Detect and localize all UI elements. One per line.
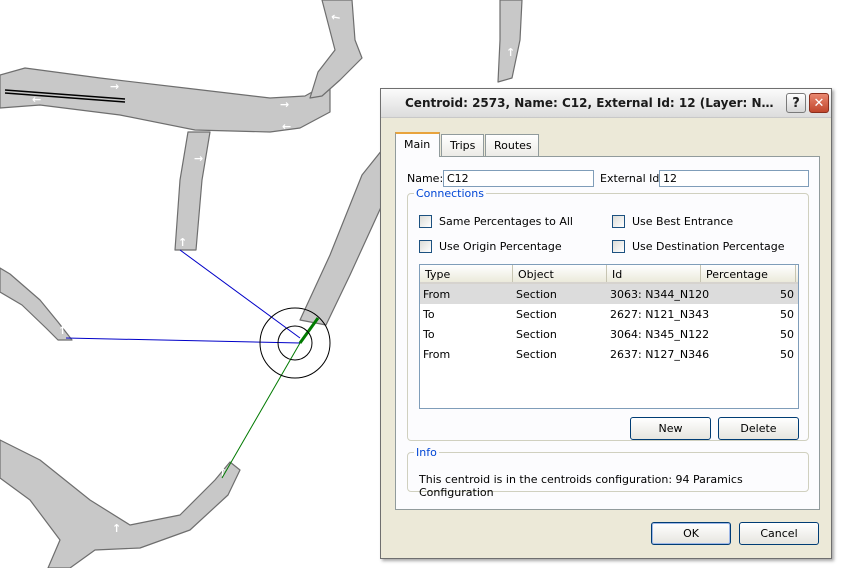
svg-text:→: →	[280, 98, 289, 111]
column-header-id[interactable]: Id	[607, 265, 701, 282]
close-button[interactable]: ✕	[809, 93, 829, 113]
svg-text:↑: ↑	[506, 46, 515, 59]
road-section[interactable]	[0, 439, 241, 568]
connections-list[interactable]: Type Object Id Percentage From Section 3…	[419, 264, 799, 409]
table-row[interactable]: From Section 3063: N344_N120 50	[420, 284, 798, 304]
new-button[interactable]: New	[630, 417, 711, 440]
road-section[interactable]	[497, 0, 523, 83]
tab-trips[interactable]: Trips	[441, 134, 484, 156]
checkbox-label: Use Origin Percentage	[439, 240, 562, 253]
dialog-title: Centroid: 2573, Name: C12, External Id: …	[405, 96, 781, 110]
svg-text:→: →	[110, 80, 119, 93]
list-header: Type Object Id Percentage	[420, 265, 798, 284]
cell-object: Section	[516, 308, 557, 321]
cell-percentage: 50	[780, 328, 794, 341]
cell-id: 2627: N121_N343	[610, 308, 710, 321]
road-section[interactable]	[299, 149, 383, 326]
table-row[interactable]: To Section 3064: N345_N122 50	[420, 324, 798, 344]
use-origin-percentage-checkbox[interactable]: Use Origin Percentage	[419, 240, 562, 253]
cell-id: 3064: N345_N122	[610, 328, 710, 341]
cell-type: From	[423, 348, 451, 361]
checkbox-label: Use Destination Percentage	[632, 240, 785, 253]
column-header-type[interactable]: Type	[420, 265, 513, 282]
table-row[interactable]: To Section 2627: N121_N343 50	[420, 304, 798, 324]
cell-object: Section	[516, 288, 557, 301]
external-id-label: External Id:	[600, 172, 664, 185]
svg-text:←: ←	[32, 93, 41, 106]
info-legend: Info	[416, 446, 437, 459]
origin-connection[interactable]	[179, 249, 301, 339]
info-text: This centroid is in the centroids config…	[419, 473, 743, 499]
column-header-object[interactable]: Object	[513, 265, 607, 282]
destination-connection[interactable]	[221, 342, 301, 479]
svg-text:↑: ↑	[178, 236, 187, 249]
checkbox-box[interactable]	[419, 240, 432, 253]
connections-group: Connections Same Percentages to All Use …	[407, 187, 809, 441]
delete-button[interactable]: Delete	[718, 417, 799, 440]
origin-connection[interactable]	[65, 337, 301, 344]
cell-type: To	[423, 308, 435, 321]
same-percentages-checkbox[interactable]: Same Percentages to All	[419, 215, 573, 228]
close-icon: ✕	[813, 95, 825, 111]
use-destination-percentage-checkbox[interactable]: Use Destination Percentage	[612, 240, 785, 253]
ok-button[interactable]: OK	[651, 522, 731, 545]
checkbox-label: Same Percentages to All	[439, 215, 573, 228]
name-label: Name:	[407, 172, 444, 185]
tab-routes[interactable]: Routes	[485, 134, 539, 156]
cell-object: Section	[516, 328, 557, 341]
cell-percentage: 50	[780, 308, 794, 321]
svg-text:←: ←	[282, 120, 291, 133]
help-button[interactable]: ?	[786, 93, 806, 113]
checkbox-box[interactable]	[612, 240, 625, 253]
cell-id: 2637: N127_N346	[610, 348, 710, 361]
centroid-dialog: Centroid: 2573, Name: C12, External Id: …	[380, 88, 832, 559]
name-field[interactable]	[443, 170, 594, 187]
cell-percentage: 50	[780, 288, 794, 301]
help-icon: ?	[792, 95, 800, 111]
tab-main[interactable]: Main	[395, 132, 440, 157]
road-section[interactable]	[174, 131, 211, 251]
cell-type: To	[423, 328, 435, 341]
checkbox-label: Use Best Entrance	[632, 215, 734, 228]
checkbox-box[interactable]	[419, 215, 432, 228]
svg-text:→: →	[194, 152, 203, 165]
cell-id: 3063: N344_N120	[610, 288, 710, 301]
main-tab-panel: Name: External Id: Connections Same Perc…	[395, 156, 820, 510]
cell-type: From	[423, 288, 451, 301]
use-best-entrance-checkbox[interactable]: Use Best Entrance	[612, 215, 733, 228]
info-group: Info This centroid is in the centroids c…	[407, 446, 809, 499]
svg-text:↑: ↑	[58, 324, 67, 337]
table-row[interactable]: From Section 2637: N127_N346 50	[420, 344, 798, 364]
cancel-button[interactable]: Cancel	[739, 522, 819, 545]
svg-text:↑: ↑	[112, 522, 121, 535]
cell-percentage: 50	[780, 348, 794, 361]
external-id-field[interactable]	[659, 170, 809, 187]
title-bar[interactable]: Centroid: 2573, Name: C12, External Id: …	[381, 89, 831, 118]
cell-object: Section	[516, 348, 557, 361]
connections-legend: Connections	[416, 187, 484, 200]
checkbox-box[interactable]	[612, 215, 625, 228]
column-header-percentage[interactable]: Percentage	[701, 265, 796, 282]
